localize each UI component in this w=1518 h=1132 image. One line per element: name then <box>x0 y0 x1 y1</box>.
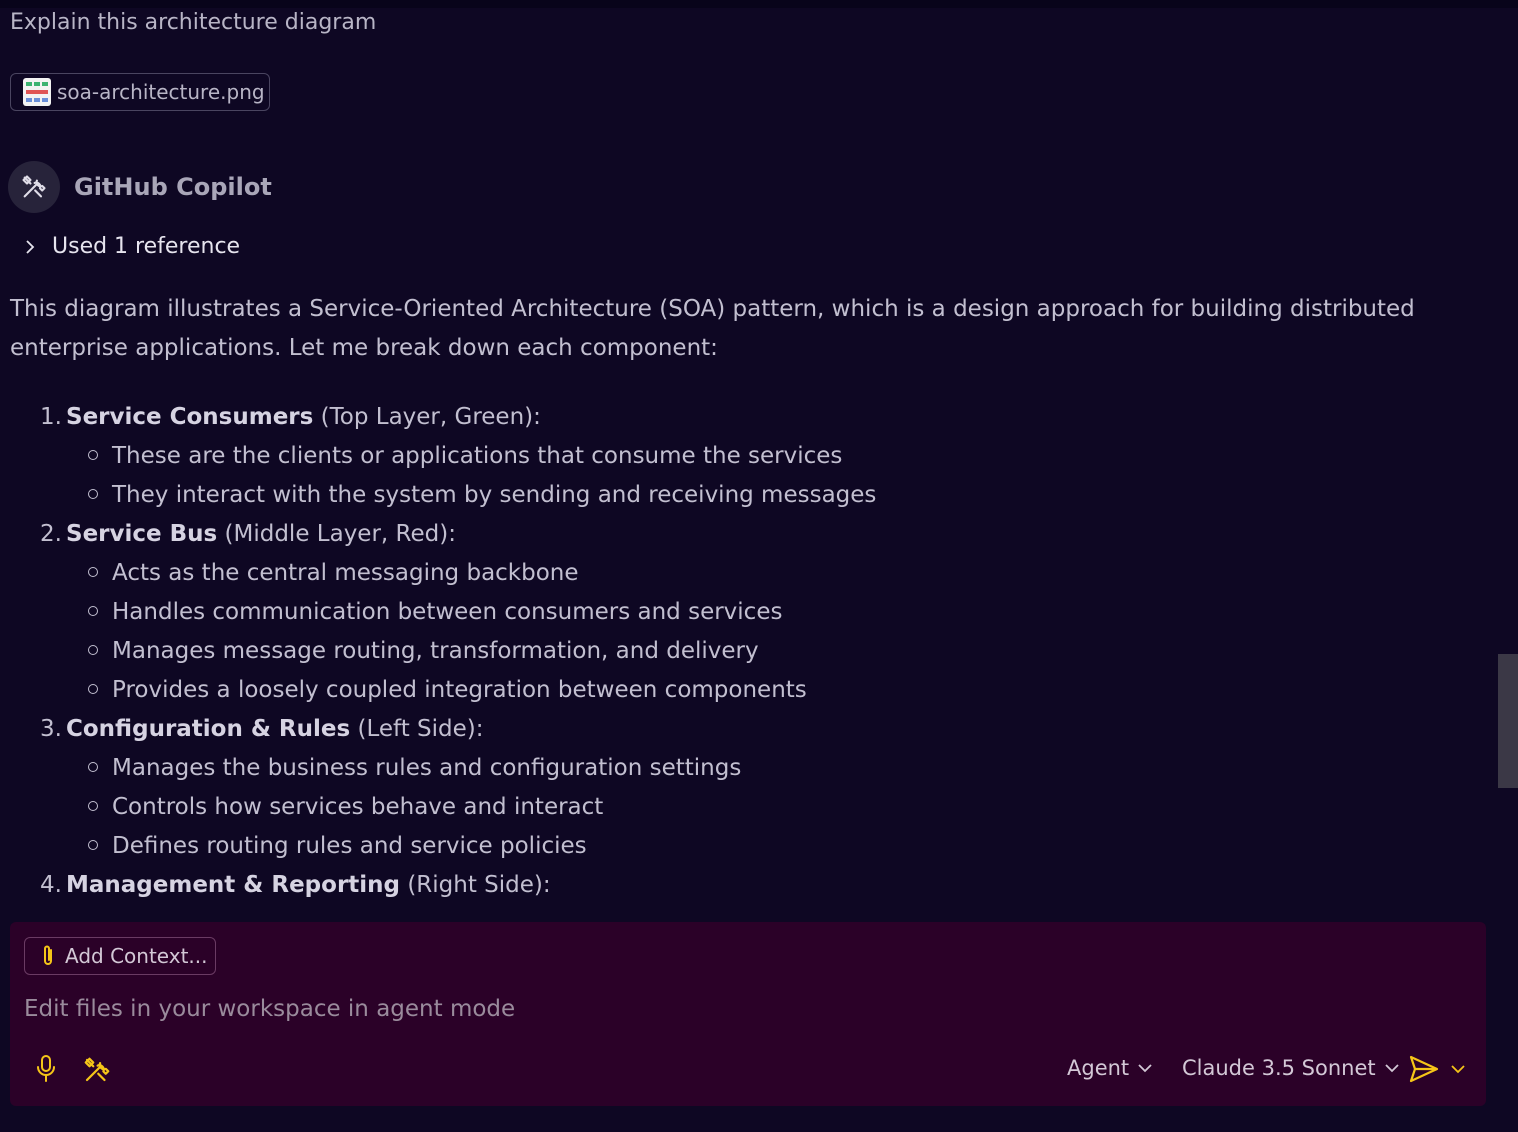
add-context-label: Add Context... <box>65 944 208 968</box>
list-subitem: Defines routing rules and service polici… <box>40 827 1480 866</box>
item-title: Service Bus <box>66 521 218 547</box>
list-subitem: Manages the business rules and configura… <box>40 749 1480 788</box>
references-toggle[interactable]: Used 1 reference <box>22 234 240 259</box>
mode-label: Agent <box>1067 1056 1130 1080</box>
assistant-name: GitHub Copilot <box>74 173 272 201</box>
tools-icon[interactable] <box>82 1055 112 1085</box>
model-label: Claude 3.5 Sonnet <box>1182 1056 1376 1080</box>
list-subitem: Handles communication between consumers … <box>40 593 1480 632</box>
assistant-header: GitHub Copilot <box>8 161 272 213</box>
chevron-down-icon <box>1138 1064 1152 1073</box>
references-label: Used 1 reference <box>52 234 241 259</box>
assistant-avatar <box>8 161 60 213</box>
chat-input[interactable]: Edit files in your workspace in agent mo… <box>24 996 515 1022</box>
user-message: Explain this architecture diagram <box>10 10 377 35</box>
bullet-icon <box>88 606 98 616</box>
item-number: 2. <box>40 521 62 547</box>
item-note: (Middle Layer, Red): <box>217 521 456 547</box>
list-subitem: Provides a loosely coupled integration b… <box>40 671 1480 710</box>
scrollbar-thumb[interactable] <box>1498 654 1518 788</box>
list-item: 2. Service Bus (Middle Layer, Red): <box>40 515 1480 554</box>
list-subitem: Controls how services behave and interac… <box>40 788 1480 827</box>
send-button[interactable] <box>1408 1054 1466 1084</box>
item-title: Management & Reporting <box>66 872 401 898</box>
list-item: 1. Service Consumers (Top Layer, Green): <box>40 398 1480 437</box>
attachment-chip[interactable]: soa-architecture.png <box>10 73 270 111</box>
bullet-icon <box>88 801 98 811</box>
microphone-icon[interactable] <box>34 1054 58 1084</box>
item-note: (Top Layer, Green): <box>313 404 541 430</box>
top-border <box>0 0 1518 8</box>
bullet-icon <box>88 684 98 694</box>
image-thumbnail-icon <box>23 78 51 106</box>
item-number: 4. <box>40 872 62 898</box>
chevron-down-icon[interactable] <box>1450 1063 1466 1075</box>
bullet-icon <box>88 450 98 460</box>
list-subitem: They interact with the system by sending… <box>40 476 1480 515</box>
chevron-down-icon <box>1384 1064 1399 1073</box>
response-list: 1. Service Consumers (Top Layer, Green): … <box>40 398 1480 905</box>
paperclip-icon <box>44 945 52 965</box>
add-context-button[interactable]: Add Context... <box>24 937 216 975</box>
chevron-right-icon <box>26 239 35 254</box>
bullet-icon <box>88 567 98 577</box>
item-title: Service Consumers <box>66 404 314 430</box>
list-subitem: Manages message routing, transformation,… <box>40 632 1480 671</box>
item-number: 1. <box>40 404 62 430</box>
item-note: (Left Side): <box>350 716 484 742</box>
tools-icon <box>22 175 46 198</box>
bullet-icon <box>88 762 98 772</box>
model-picker[interactable]: Claude 3.5 Sonnet <box>1182 1056 1400 1080</box>
list-subitem: Acts as the central messaging backbone <box>40 554 1480 593</box>
chat-panel: Explain this architecture diagram soa-ar… <box>0 0 1518 1132</box>
item-title: Configuration & Rules <box>66 716 351 742</box>
bullet-icon <box>88 489 98 499</box>
send-icon <box>1409 1055 1439 1083</box>
mode-picker[interactable]: Agent <box>1067 1056 1153 1080</box>
response-intro: This diagram illustrates a Service-Orien… <box>10 296 1415 361</box>
list-subitem: These are the clients or applications th… <box>40 437 1480 476</box>
item-number: 3. <box>40 716 62 742</box>
list-item: 4. Management & Reporting (Right Side): <box>40 866 1480 905</box>
list-item: 3. Configuration & Rules (Left Side): <box>40 710 1480 749</box>
item-note: (Right Side): <box>400 872 551 898</box>
bullet-icon <box>88 645 98 655</box>
chat-input-panel: Add Context... Edit files in your worksp… <box>10 922 1486 1106</box>
attachment-filename: soa-architecture.png <box>57 80 265 104</box>
bullet-icon <box>88 840 98 850</box>
